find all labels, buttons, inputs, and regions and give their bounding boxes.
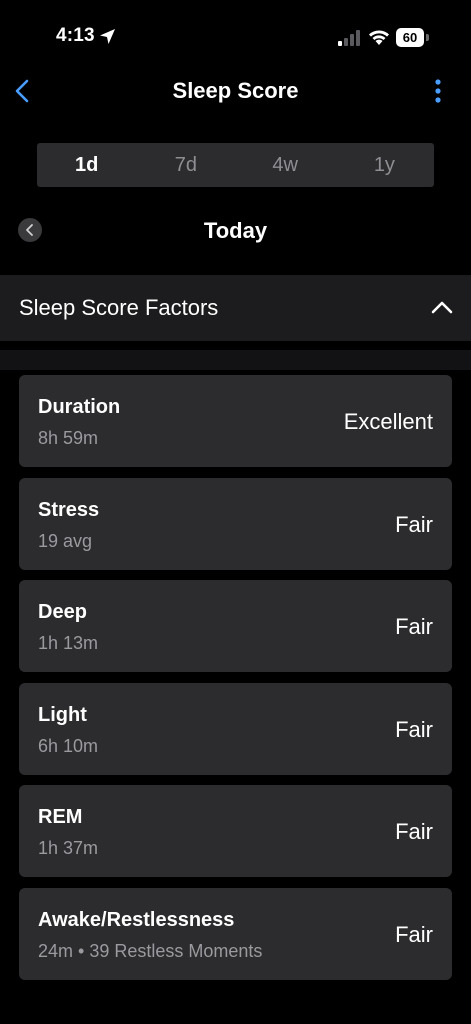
factor-detail: 19 avg <box>38 530 93 551</box>
section-title: Sleep Score Factors <box>19 295 219 320</box>
range-tab-1d[interactable]: 1d <box>37 143 136 187</box>
page-title: Sleep Score <box>172 78 299 103</box>
date-label: Today <box>203 218 268 243</box>
wifi-icon <box>369 30 389 45</box>
factor-rating: Excellent <box>343 409 433 434</box>
cellular-signal-icon <box>338 30 360 46</box>
factor-list: Duration 8h 59m Excellent Stress 19 avg … <box>19 375 452 990</box>
battery-icon: 60 <box>396 28 430 47</box>
factor-card-rem[interactable]: REM 1h 37m Fair <box>19 785 452 877</box>
status-bar: 4:13 60 <box>0 0 471 76</box>
more-options-icon[interactable] <box>428 78 448 104</box>
factor-detail: 24m • 39 Restless Moments <box>38 940 263 961</box>
battery-level: 60 <box>396 28 424 47</box>
battery-cap <box>426 34 429 41</box>
factor-card-awake-restlessness[interactable]: Awake/Restlessness 24m • 39 Restless Mom… <box>19 887 452 980</box>
factor-name: Deep <box>38 601 87 623</box>
factor-rating: Fair <box>395 921 433 947</box>
factor-card-stress[interactable]: Stress 19 avg Fair <box>19 477 452 570</box>
factor-name: Duration <box>38 396 121 418</box>
status-time: 4:13 <box>56 25 95 46</box>
factor-name: Awake/Restlessness <box>38 908 235 931</box>
factor-rating: Fair <box>395 511 433 537</box>
chevron-up-icon[interactable] <box>430 297 454 317</box>
range-tab-4w[interactable]: 4w <box>236 143 335 187</box>
factor-rating: Fair <box>395 819 433 844</box>
factor-card-duration[interactable]: Duration 8h 59m Excellent <box>19 375 452 467</box>
factor-card-light[interactable]: Light 6h 10m Fair <box>19 682 452 775</box>
range-segmented-control: 1d 7d 4w 1y <box>37 143 434 187</box>
range-tab-7d[interactable]: 7d <box>136 143 235 187</box>
factor-name: Light <box>38 703 87 726</box>
range-tab-1y[interactable]: 1y <box>335 143 434 187</box>
factor-detail: 8h 59m <box>38 428 99 448</box>
factor-card-deep[interactable]: Deep 1h 13m Fair <box>19 580 452 672</box>
factor-detail: 6h 10m <box>38 735 99 756</box>
nav-bar: Sleep Score <box>0 66 471 116</box>
factor-name: Stress <box>38 498 100 521</box>
factor-rating: Fair <box>395 716 433 742</box>
sleep-factors-section-header[interactable]: Sleep Score Factors <box>0 275 471 341</box>
factor-detail: 1h 37m <box>38 838 99 858</box>
date-navigator: Today <box>0 208 471 252</box>
factor-name: REM <box>38 806 83 828</box>
factor-detail: 1h 13m <box>38 633 99 653</box>
section-divider <box>0 350 471 370</box>
location-arrow-icon <box>100 29 115 44</box>
factor-rating: Fair <box>395 614 433 639</box>
